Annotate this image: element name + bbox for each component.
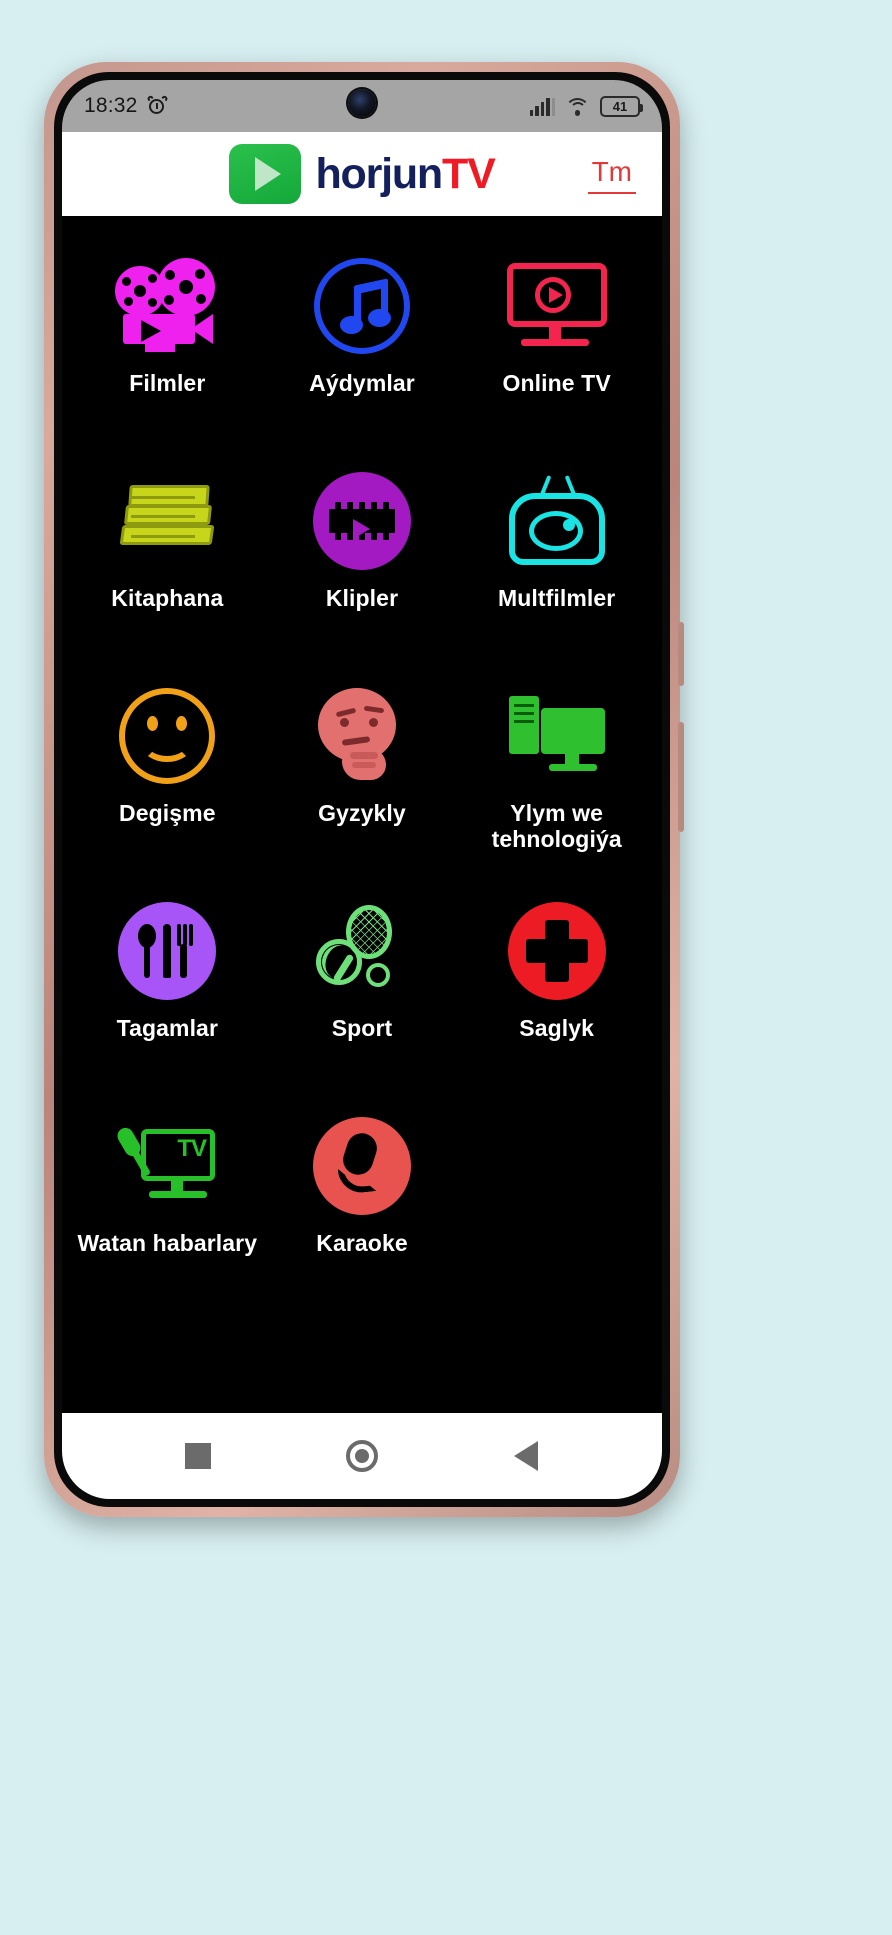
grid-item-label: Tagamlar (116, 1015, 218, 1041)
square-recents-icon[interactable] (168, 1426, 228, 1486)
phone-side-button-volume[interactable] (678, 622, 684, 686)
grid-item-label: Ylym we tehnologiýa (491, 800, 622, 853)
microphone-icon (310, 1114, 414, 1218)
triangle-back-icon[interactable] (496, 1426, 556, 1486)
film-strip-icon (310, 469, 414, 573)
grid-item-kitaphana[interactable]: Kitaphana (70, 455, 265, 670)
cellular-signal-icon (529, 97, 555, 116)
grid-item-label: Sport (331, 1015, 393, 1041)
brand-title-second: TV (442, 149, 496, 198)
android-navigation-bar (62, 1413, 662, 1499)
grid-item-label: Aýdymlar (309, 370, 415, 396)
status-time: 18:32 (84, 94, 138, 117)
tv-monitor-icon (505, 254, 609, 358)
phone-screen: 18:32 41 horjunTV Tm Filmler Aýdymlar On… (62, 80, 662, 1499)
grid-item-empty (459, 1100, 654, 1315)
retro-tv-icon (505, 469, 609, 573)
cutlery-icon (115, 899, 219, 1003)
grid-item-label: Multfilmler (497, 585, 616, 611)
grid-item-label: Saglyk (519, 1015, 595, 1041)
computer-icon (505, 684, 609, 788)
brand-title-first: horjun (315, 149, 443, 198)
phone-side-button-power[interactable] (678, 722, 684, 832)
category-grid: Filmler Aýdymlar Online TV Kitaphana Kli… (62, 240, 662, 1315)
grid-item-filmler[interactable]: Filmler (70, 240, 265, 455)
grid-item-multfilmler[interactable]: Multfilmler (459, 455, 654, 670)
sports-icon (310, 899, 414, 1003)
circle-home-icon[interactable] (332, 1426, 392, 1486)
music-note-icon (310, 254, 414, 358)
battery-level-label: 41 (612, 98, 628, 114)
brand-title: horjunTV (315, 149, 496, 198)
grid-item-sport[interactable]: Sport (265, 885, 460, 1100)
status-bar-left: 18:32 (84, 94, 169, 118)
grid-item-saglyk[interactable]: Saglyk (459, 885, 654, 1100)
wifi-icon (565, 97, 590, 116)
grid-item-aydymlar[interactable]: Aýdymlar (265, 240, 460, 455)
play-button-logo (229, 144, 302, 204)
grid-item-klipler[interactable]: Klipler (265, 455, 460, 670)
battery-icon: 41 (600, 95, 643, 117)
smiley-face-icon (115, 684, 219, 788)
grid-item-degisme[interactable]: Degişme (70, 670, 265, 885)
app-brand: horjunTV (229, 144, 496, 204)
medical-cross-icon (505, 899, 609, 1003)
alarm-clock-icon (145, 94, 169, 117)
film-projector-icon (115, 254, 219, 358)
grid-item-online-tv[interactable]: Online TV (459, 240, 654, 455)
grid-item-karaoke[interactable]: Karaoke (265, 1100, 460, 1315)
books-icon (115, 469, 219, 573)
thinking-face-icon (310, 684, 414, 788)
grid-item-label: Kitaphana (111, 585, 224, 611)
grid-item-label: Klipler (325, 585, 399, 611)
grid-item-label: Filmler (129, 370, 206, 396)
grid-item-watan-habarlary[interactable]: TV Watan habarlary (70, 1100, 265, 1315)
status-bar: 18:32 41 (62, 80, 662, 132)
grid-item-label: Gyzykly (318, 800, 406, 826)
status-bar-right: 41 (529, 95, 643, 117)
language-button[interactable]: Tm (587, 154, 636, 194)
news-broadcast-icon: TV (114, 1114, 219, 1218)
news-tv-label: TV (177, 1135, 207, 1162)
app-header: horjunTV Tm (62, 132, 662, 216)
main-content: Filmler Aýdymlar Online TV Kitaphana Kli… (62, 216, 662, 1413)
front-camera-punch-hole (348, 89, 376, 117)
grid-item-label: Degişme (119, 800, 216, 826)
screenshot-canvas: 18:32 41 horjunTV Tm Filmler Aýdymlar On… (0, 0, 892, 1935)
grid-item-gyzykly[interactable]: Gyzykly (265, 670, 460, 885)
grid-item-ylym-we-tehnologiya[interactable]: Ylym we tehnologiýa (459, 670, 654, 885)
grid-item-tagamlar[interactable]: Tagamlar (70, 885, 265, 1100)
grid-item-label: Online TV (502, 370, 611, 396)
grid-item-label: Karaoke (316, 1230, 408, 1256)
grid-item-label: Watan habarlary (77, 1230, 258, 1256)
